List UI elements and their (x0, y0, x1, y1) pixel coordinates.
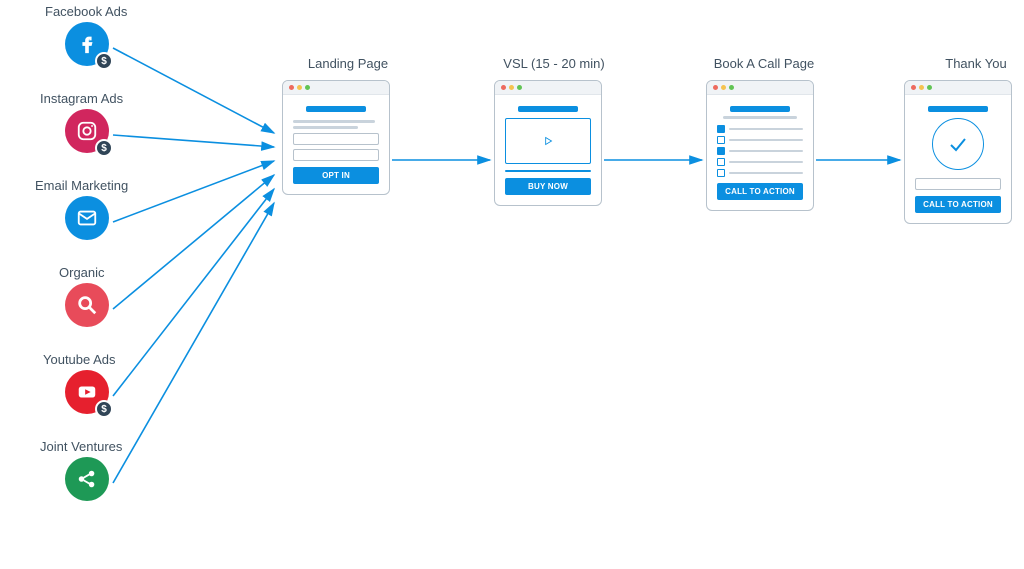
book-button: CALL TO ACTION (717, 183, 803, 200)
video-placeholder (505, 118, 591, 164)
page-landing: OPT IN (282, 80, 390, 195)
success-check-icon (932, 118, 984, 170)
email-icon (65, 196, 109, 240)
source-label-instagram: Instagram Ads (40, 91, 123, 106)
dollar-badge: $ (95, 52, 113, 70)
source-label-facebook: Facebook Ads (45, 4, 127, 19)
label-thanks: Thank You (916, 56, 1024, 71)
label-vsl: VSL (15 - 20 min) (494, 56, 614, 71)
thanks-button: CALL TO ACTION (915, 196, 1001, 213)
facebook-icon: $ (65, 22, 109, 66)
source-label-email: Email Marketing (35, 178, 128, 193)
share-icon (65, 457, 109, 501)
label-book: Book A Call Page (704, 56, 824, 71)
page-book: CALL TO ACTION (706, 80, 814, 211)
buynow-button: BUY NOW (505, 178, 591, 195)
source-label-share: Joint Ventures (40, 439, 122, 454)
label-landing: Landing Page (288, 56, 408, 71)
source-label-youtube: Youtube Ads (43, 352, 116, 367)
page-vsl: BUY NOW (494, 80, 602, 206)
optin-button: OPT IN (293, 167, 379, 184)
page-thanks: CALL TO ACTION (904, 80, 1012, 224)
youtube-icon: $ (65, 370, 109, 414)
funnel-diagram: Facebook Ads $ Instagram Ads $ Email Marketi… (0, 0, 1024, 569)
instagram-icon: $ (65, 109, 109, 153)
dollar-badge: $ (95, 139, 113, 157)
search-icon (65, 283, 109, 327)
dollar-badge: $ (95, 400, 113, 418)
source-label-search: Organic (59, 265, 105, 280)
